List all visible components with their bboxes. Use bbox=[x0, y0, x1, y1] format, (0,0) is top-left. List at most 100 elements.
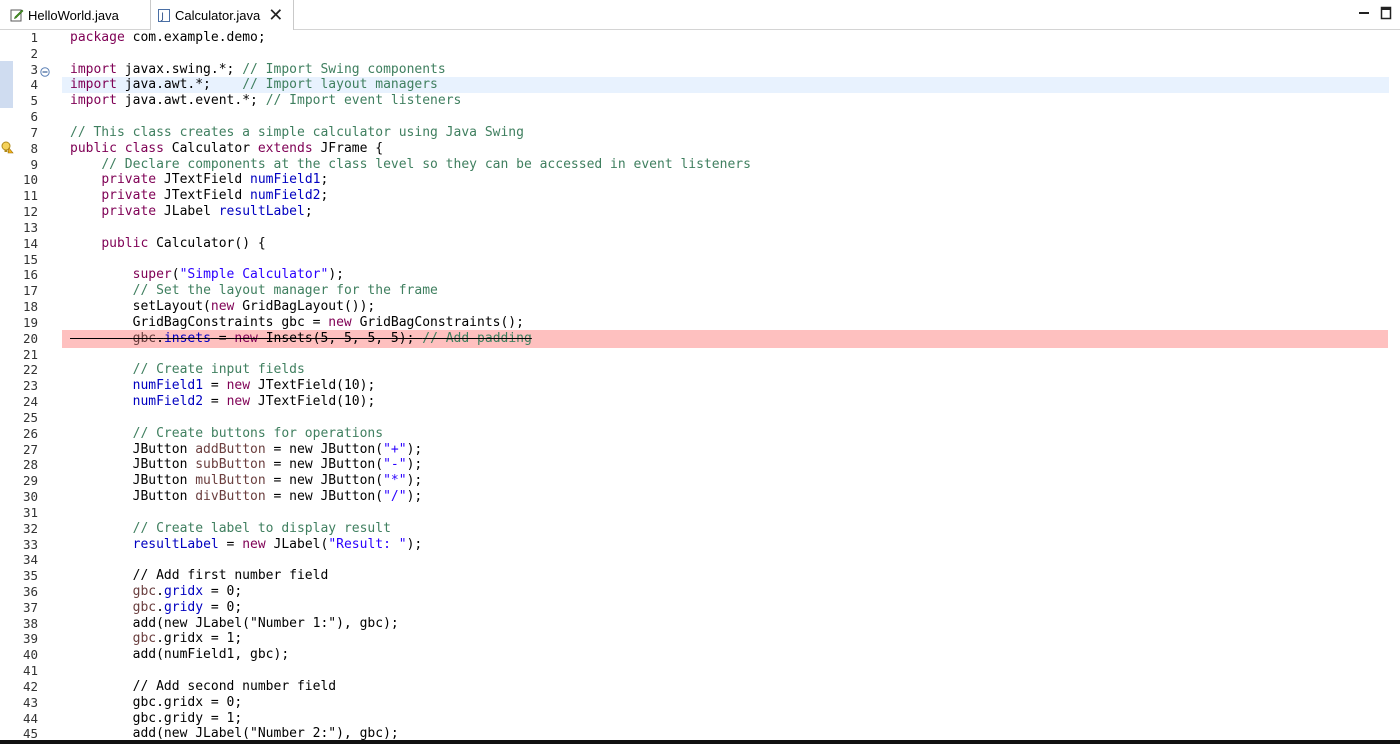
code-token: class bbox=[124, 140, 164, 156]
code-line[interactable]: add(new JLabel("Number 1:"), gbc); bbox=[70, 616, 1400, 632]
code-line[interactable]: super("Simple Calculator"); bbox=[70, 267, 1400, 283]
code-line[interactable] bbox=[70, 46, 1400, 62]
code-line[interactable]: JButton addButton = new JButton("+"); bbox=[70, 442, 1400, 458]
code-token: javax.swing.*; bbox=[116, 61, 243, 77]
tab-calculator-java[interactable]: J Calculator.java ✕ bbox=[150, 0, 294, 30]
line-number: 7 bbox=[30, 124, 38, 140]
code-line[interactable]: // Add first number field bbox=[70, 568, 1400, 584]
line-number: 4 bbox=[30, 77, 38, 93]
code-line[interactable]: JButton divButton = new JButton("/"); bbox=[70, 489, 1400, 505]
code-token: JFrame { bbox=[312, 140, 384, 156]
line-number: 24 bbox=[22, 394, 38, 410]
code-line[interactable] bbox=[70, 505, 1400, 521]
code-token: private bbox=[101, 188, 157, 204]
line-number-gutter: 1 2 3 4 5 6 7 8 9 10 11 12 13 14 15 16 17 18 19 20 21 22 23 24 2… bbox=[14, 30, 62, 742]
code-token: resultLabel bbox=[132, 536, 219, 552]
code-token: "-" bbox=[383, 457, 407, 473]
code-line[interactable] bbox=[70, 220, 1400, 236]
code-line[interactable]: // Add second number field bbox=[70, 679, 1400, 695]
code-token: JTextField(10); bbox=[250, 394, 376, 410]
line-number: 43 bbox=[22, 694, 38, 710]
code-line[interactable]: JButton mulButton = new JButton("*"); bbox=[70, 473, 1400, 489]
fold-collapse-icon[interactable] bbox=[40, 65, 50, 77]
code-token: gbc bbox=[132, 583, 157, 599]
code-line[interactable]: private JLabel resultLabel; bbox=[70, 204, 1400, 220]
code-token: JButton bbox=[70, 457, 196, 473]
code-token: import bbox=[70, 93, 117, 109]
code-token: = bbox=[210, 330, 235, 346]
code-token: add(numField1, gbc); bbox=[70, 647, 290, 663]
code-token: "+" bbox=[383, 441, 407, 457]
code-token: JButton bbox=[70, 473, 196, 489]
line-number: 31 bbox=[22, 504, 38, 520]
code-token: Insets(5, 5, 5, 5); bbox=[257, 330, 423, 346]
code-line[interactable] bbox=[70, 410, 1400, 426]
code-line[interactable] bbox=[70, 663, 1400, 679]
code-line[interactable]: import java.awt.*; // Import layout mana… bbox=[70, 77, 1400, 93]
code-line[interactable]: public class Calculator extends JFrame { bbox=[70, 141, 1400, 157]
code-line[interactable]: numField1 = new JTextField(10); bbox=[70, 378, 1400, 394]
code-token: gbc bbox=[132, 599, 157, 615]
code-token: = new JButton( bbox=[265, 441, 384, 457]
code-line[interactable] bbox=[70, 252, 1400, 268]
code-token: gbc.gridy = 1; bbox=[70, 710, 243, 726]
code-line[interactable] bbox=[70, 109, 1400, 125]
code-token: numField2 bbox=[250, 188, 321, 204]
code-line[interactable]: // This class creates a simple calculato… bbox=[70, 125, 1400, 141]
code-line[interactable]: add(numField1, gbc); bbox=[70, 647, 1400, 663]
code-line[interactable]: private JTextField numField1; bbox=[70, 172, 1400, 188]
line-number: 35 bbox=[22, 568, 38, 584]
code-line[interactable]: // Create label to display result bbox=[70, 521, 1400, 537]
code-token: extends bbox=[257, 140, 313, 156]
code-token: ); bbox=[406, 473, 423, 489]
code-line[interactable]: import java.awt.event.*; // Import event… bbox=[70, 93, 1400, 109]
line-number: 28 bbox=[22, 457, 38, 473]
code-line[interactable]: gbc.gridy = 0; bbox=[70, 600, 1400, 616]
tab-label: HelloWorld.java bbox=[28, 7, 119, 23]
code-token: JTextField bbox=[156, 172, 251, 188]
close-tab-icon[interactable]: ✕ bbox=[268, 6, 283, 24]
code-token: mulButton bbox=[195, 473, 266, 489]
code-line[interactable] bbox=[70, 552, 1400, 568]
code-editor[interactable]: package com.example.demo; import javax.s… bbox=[70, 30, 1400, 742]
code-line[interactable]: GridBagConstraints gbc = new GridBagCons… bbox=[70, 315, 1400, 331]
code-token: gbc bbox=[132, 330, 157, 346]
maximize-icon[interactable] bbox=[1380, 6, 1392, 20]
code-line[interactable]: // Create input fields bbox=[70, 362, 1400, 378]
line-number: 8 bbox=[30, 140, 38, 156]
tab-helloworld-java[interactable]: HelloWorld.java bbox=[6, 0, 146, 30]
line-number: 18 bbox=[22, 299, 38, 315]
code-line[interactable]: // Set the layout manager for the frame bbox=[70, 283, 1400, 299]
line-number: 41 bbox=[22, 663, 38, 679]
line-number: 9 bbox=[30, 156, 38, 172]
code-line[interactable]: gbc.gridy = 1; bbox=[70, 711, 1400, 727]
line-number: 16 bbox=[22, 267, 38, 283]
code-token: "Simple Calculator" bbox=[179, 267, 329, 283]
line-number: 38 bbox=[22, 615, 38, 631]
java-file-icon: J bbox=[157, 8, 171, 22]
code-line[interactable]: // Declare components at the class level… bbox=[70, 157, 1400, 173]
code-line[interactable]: gbc.gridx = 0; bbox=[70, 584, 1400, 600]
minimize-icon[interactable] bbox=[1358, 6, 1370, 20]
editor-tab-bar: HelloWorld.java J Calculator.java ✕ bbox=[0, 0, 1400, 30]
code-token: new bbox=[226, 394, 251, 410]
bottom-border bbox=[0, 740, 1400, 744]
code-line[interactable]: JButton subButton = new JButton("-"); bbox=[70, 457, 1400, 473]
code-line[interactable]: public Calculator() { bbox=[70, 236, 1400, 252]
code-line[interactable]: gbc.gridx = 0; bbox=[70, 695, 1400, 711]
warning-lightbulb-icon[interactable] bbox=[0, 140, 14, 154]
code-line[interactable]: setLayout(new GridBagLayout()); bbox=[70, 299, 1400, 315]
code-line[interactable]: package com.example.demo; bbox=[70, 30, 1400, 46]
code-line[interactable]: gbc.insets = new Insets(5, 5, 5, 5); // … bbox=[70, 331, 1400, 347]
code-line[interactable]: resultLabel = new JLabel("Result: "); bbox=[70, 537, 1400, 553]
code-line[interactable] bbox=[70, 347, 1400, 363]
code-line[interactable]: private JTextField numField2; bbox=[70, 188, 1400, 204]
code-line[interactable]: gbc.gridx = 1; bbox=[70, 631, 1400, 647]
code-line[interactable]: numField2 = new JTextField(10); bbox=[70, 394, 1400, 410]
code-line[interactable]: import javax.swing.*; // Import Swing co… bbox=[70, 62, 1400, 78]
code-line[interactable]: // Create buttons for operations bbox=[70, 426, 1400, 442]
